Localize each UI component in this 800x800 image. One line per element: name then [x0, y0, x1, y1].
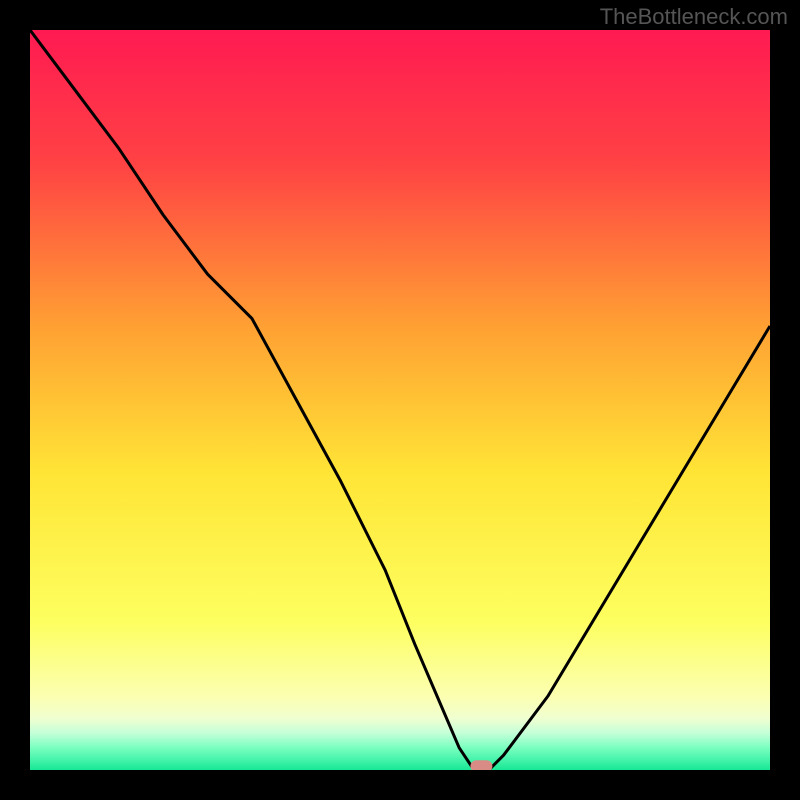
bottleneck-chart	[30, 30, 770, 770]
chart-svg	[30, 30, 770, 770]
watermark-text: TheBottleneck.com	[600, 4, 788, 30]
gradient-background	[30, 30, 770, 770]
optimal-marker	[470, 760, 492, 770]
